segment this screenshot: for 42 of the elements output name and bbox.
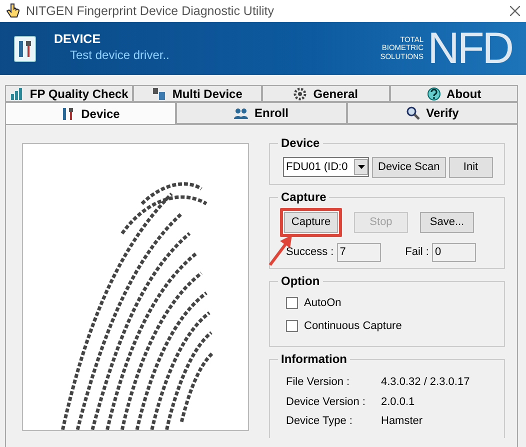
checkbox-label[interactable]: Continuous Capture xyxy=(304,318,402,334)
success-label: Success : xyxy=(286,245,334,260)
chart-icon xyxy=(10,86,24,100)
info-label: File Version : xyxy=(286,373,381,392)
fail-field: 0 xyxy=(432,243,476,262)
device-dropdown[interactable]: FDU01 (ID:0 xyxy=(283,157,369,177)
checkbox[interactable] xyxy=(286,297,298,310)
caret-icon xyxy=(358,165,364,169)
fail-label: Fail : xyxy=(405,245,429,260)
info-value: 4.3.0.32 / 2.3.0.17 xyxy=(381,375,471,390)
tools-icon xyxy=(61,106,76,120)
info-value: 2.0.0.1 xyxy=(381,394,416,410)
info-label: Device Version : xyxy=(286,394,366,410)
tab[interactable]: Device xyxy=(5,102,176,124)
save-button[interactable]: Save... xyxy=(420,212,474,233)
banner-title: DEVICE xyxy=(54,32,102,46)
hand-icon xyxy=(6,3,20,19)
tools-icon xyxy=(14,36,36,62)
tab[interactable]: General xyxy=(262,85,390,102)
devices-icon xyxy=(152,86,166,100)
success-field: 7 xyxy=(336,243,381,262)
help-icon xyxy=(426,86,441,100)
people-icon xyxy=(234,106,248,120)
checkbox[interactable] xyxy=(286,320,298,332)
tab[interactable]: Enroll xyxy=(176,102,347,124)
group-title: Option xyxy=(278,273,323,289)
tab[interactable]: FP Quality Check xyxy=(5,85,134,102)
search-icon xyxy=(406,106,420,120)
checkbox-label[interactable]: AutoOn xyxy=(304,295,342,312)
close-icon[interactable] xyxy=(510,6,520,16)
tab[interactable]: About xyxy=(390,85,518,102)
gear-icon xyxy=(293,86,308,100)
capture-button[interactable]: Capture xyxy=(284,212,338,233)
device-scan-button[interactable]: Device Scan xyxy=(372,157,446,178)
init-button[interactable]: Init xyxy=(448,157,493,178)
info-value: Hamster xyxy=(381,414,424,429)
tab[interactable]: Multi Device xyxy=(133,85,262,102)
window-title: NITGEN Fingerprint Device Diagnostic Utility xyxy=(26,2,274,20)
info-label: Device Type : xyxy=(286,414,354,429)
tab[interactable]: Verify xyxy=(347,102,518,124)
logo: NFD xyxy=(428,26,512,70)
banner-subtitle: Test device driver.. xyxy=(69,47,170,64)
